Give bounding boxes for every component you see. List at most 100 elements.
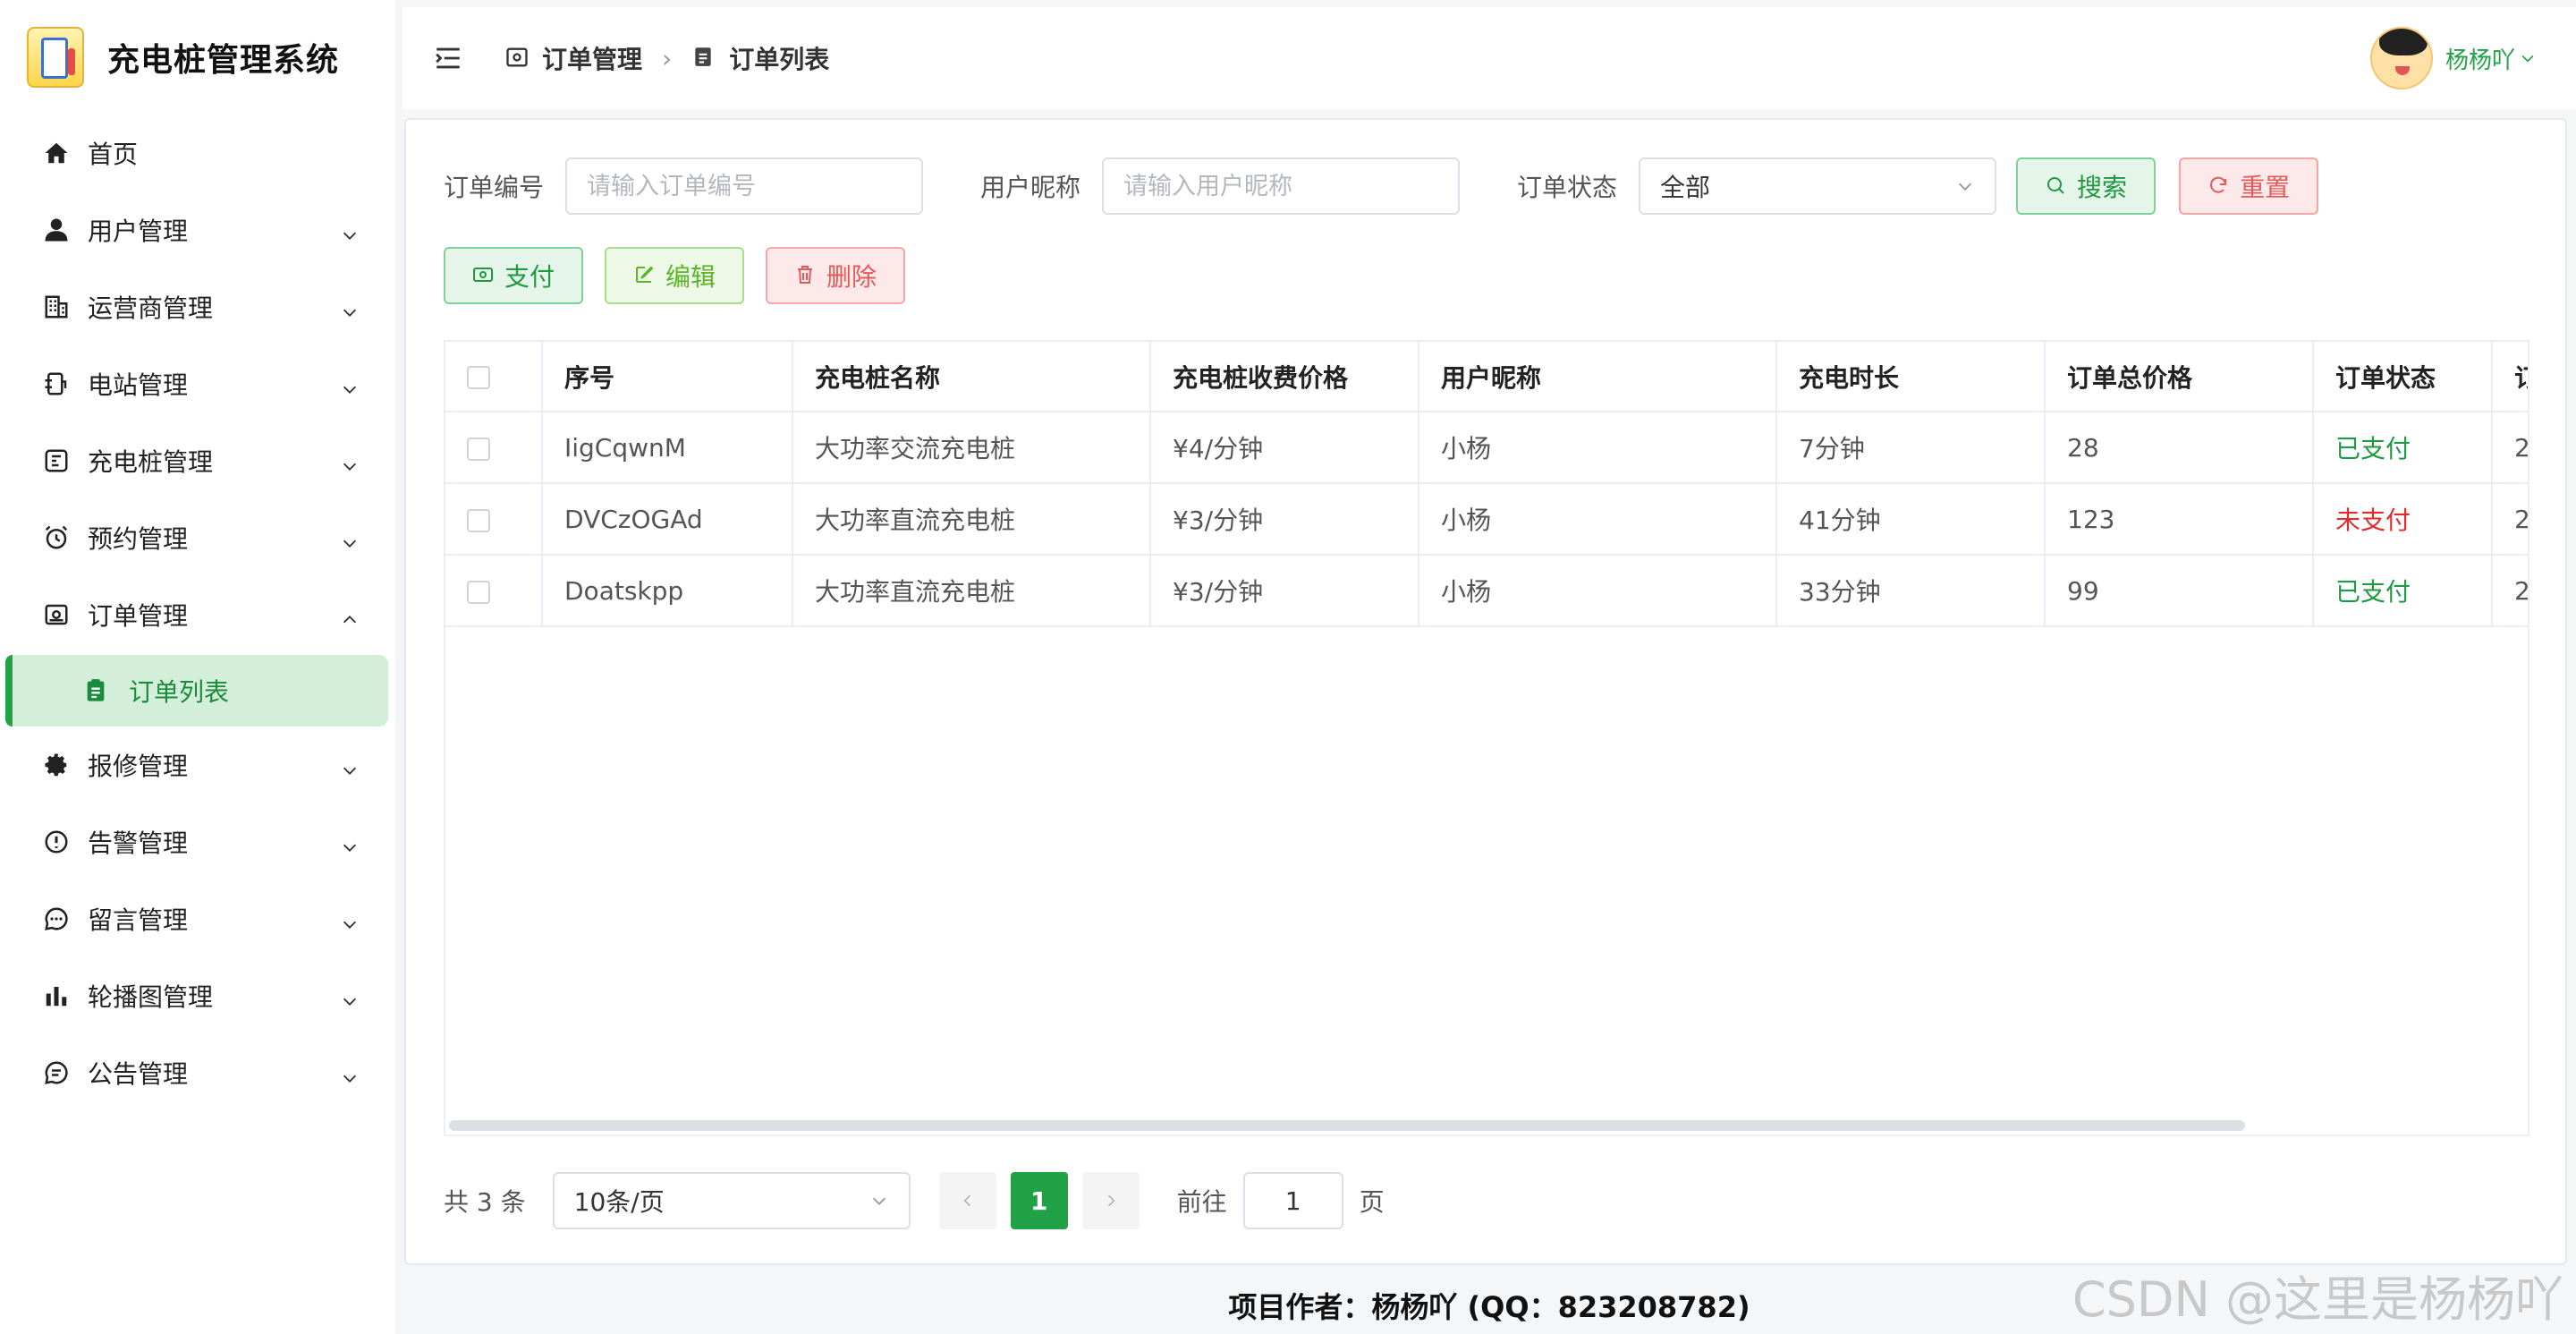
charger-logo-icon xyxy=(27,27,84,88)
sidebar-item-messages[interactable]: 留言管理 xyxy=(0,880,395,957)
cell-id: Doatskpp xyxy=(542,555,793,627)
sidebar-item-carousel[interactable]: 轮播图管理 xyxy=(0,957,395,1034)
next-page-button[interactable] xyxy=(1081,1172,1140,1229)
chevron-down-icon xyxy=(340,911,357,929)
user-menu[interactable]: 杨杨吖 xyxy=(2369,27,2537,89)
cell-name: 大功率直流充电桩 xyxy=(792,555,1151,627)
column-header: 订单总价格 xyxy=(2045,342,2314,412)
nickname-input[interactable] xyxy=(1102,157,1461,215)
chevron-down-icon xyxy=(340,757,357,775)
column-header: 用户昵称 xyxy=(1419,342,1777,412)
chevron-down-icon xyxy=(340,530,357,548)
building-icon xyxy=(41,292,72,322)
order-no-input[interactable] xyxy=(565,157,924,215)
sidebar-item-home[interactable]: 首页 xyxy=(0,115,395,191)
cell-extra: 2 xyxy=(2492,483,2528,556)
sidebar: 充电桩管理系统 首页 用户管理 运营商管理 电站管理 充电桩管理 预约管理 订单… xyxy=(0,0,395,1334)
horizontal-scrollbar[interactable] xyxy=(449,1120,2245,1131)
cell-extra: 2 xyxy=(2492,555,2528,627)
column-header: 充电桩名称 xyxy=(792,342,1151,412)
sidebar-item-label: 用户管理 xyxy=(88,217,189,246)
goto-unit: 页 xyxy=(1359,1187,1385,1217)
chevron-down-icon xyxy=(340,222,357,240)
cell-status: 已支付 xyxy=(2313,412,2493,484)
chevron-down-icon xyxy=(340,988,357,1006)
row-checkbox[interactable] xyxy=(467,437,490,461)
chevron-up-icon xyxy=(340,607,357,624)
pay-button[interactable]: 支付 xyxy=(444,247,584,304)
sidebar-item-label: 轮播图管理 xyxy=(88,982,214,1012)
pay-button-label: 支付 xyxy=(504,262,555,292)
money-icon xyxy=(472,264,496,287)
delete-button-label: 删除 xyxy=(826,262,877,292)
main-card: 订单编号 用户昵称 订单状态 全部 搜索 重置 支付 xyxy=(404,118,2567,1265)
sidebar-item-label: 运营商管理 xyxy=(88,293,214,323)
cell-total: 123 xyxy=(2045,483,2314,556)
cell-id: IigCqwnM xyxy=(542,412,793,484)
status-select-value: 全部 xyxy=(1660,173,1711,202)
chevron-down-icon xyxy=(1955,176,1975,196)
sidebar-item-users[interactable]: 用户管理 xyxy=(0,191,395,268)
sidebar-menu: 首页 用户管理 运营商管理 电站管理 充电桩管理 预约管理 订单管理 订单列表 … xyxy=(0,115,395,1111)
cell-user: 小杨 xyxy=(1419,555,1777,627)
cell-duration: 33分钟 xyxy=(1776,555,2046,627)
prev-page-button[interactable] xyxy=(938,1172,996,1229)
sidebar-subitem-order-list[interactable]: 订单列表 xyxy=(5,655,388,726)
row-checkbox[interactable] xyxy=(467,580,490,604)
search-button[interactable]: 搜索 xyxy=(2016,157,2157,215)
pagination-total: 共 3 条 xyxy=(444,1187,526,1217)
sidebar-item-announcements[interactable]: 公告管理 xyxy=(0,1034,395,1111)
menu-collapse-icon[interactable] xyxy=(433,42,465,74)
order-no-label: 订单编号 xyxy=(444,173,545,202)
chevron-down-icon xyxy=(2519,49,2537,67)
edit-button[interactable]: 编辑 xyxy=(605,247,745,304)
delete-button[interactable]: 删除 xyxy=(766,247,906,304)
avatar xyxy=(2369,27,2433,89)
select-all-checkbox[interactable] xyxy=(467,366,490,389)
clipboard-icon xyxy=(691,45,718,72)
action-toolbar: 支付 编辑 删除 xyxy=(444,247,906,304)
column-header: 序号 xyxy=(542,342,793,412)
home-icon xyxy=(41,138,72,168)
sidebar-item-stations[interactable]: 电站管理 xyxy=(0,345,395,422)
sidebar-item-repairs[interactable]: 报修管理 xyxy=(0,726,395,803)
warning-icon xyxy=(41,827,72,857)
page-size-value: 10条/页 xyxy=(573,1187,665,1217)
search-button-label: 搜索 xyxy=(2077,173,2128,202)
cell-status: 未支付 xyxy=(2313,483,2493,556)
page-size-select[interactable]: 10条/页 xyxy=(552,1172,911,1229)
row-checkbox[interactable] xyxy=(467,508,490,532)
sidebar-item-orders[interactable]: 订单管理 xyxy=(0,576,395,653)
station-icon xyxy=(41,369,72,399)
cell-total: 99 xyxy=(2045,555,2314,627)
select-all-cell xyxy=(445,342,543,412)
table-row[interactable]: DVCzOGAd 大功率直流充电桩 ¥3/分钟 小杨 41分钟 123 未支付 … xyxy=(445,483,2528,556)
user-name: 杨杨吖 xyxy=(2445,47,2515,74)
order-icon xyxy=(41,599,72,630)
cell-duration: 7分钟 xyxy=(1776,412,2046,484)
sidebar-item-operators[interactable]: 运营商管理 xyxy=(0,268,395,345)
sidebar-item-label: 告警管理 xyxy=(88,828,189,858)
sidebar-item-reservations[interactable]: 预约管理 xyxy=(0,499,395,576)
cell-status: 已支付 xyxy=(2313,555,2493,627)
chevron-down-icon xyxy=(340,453,357,471)
cell-duration: 41分钟 xyxy=(1776,483,2046,556)
goto-page-input[interactable] xyxy=(1242,1172,1343,1229)
charger-icon xyxy=(41,446,72,476)
reset-button[interactable]: 重置 xyxy=(2179,157,2319,215)
column-header: 订 xyxy=(2492,342,2528,412)
cell-extra: 2 xyxy=(2492,412,2528,484)
page-number-button[interactable]: 1 xyxy=(1010,1172,1068,1229)
row-select-cell xyxy=(445,483,543,556)
clipboard-icon xyxy=(80,675,111,706)
sidebar-item-alerts[interactable]: 告警管理 xyxy=(0,803,395,880)
sidebar-item-chargers[interactable]: 充电桩管理 xyxy=(0,422,395,499)
breadcrumb-item[interactable]: 订单管理 xyxy=(542,40,642,76)
chevron-down-icon xyxy=(340,834,357,852)
sidebar-item-label: 订单管理 xyxy=(88,601,189,631)
row-select-cell xyxy=(445,555,543,627)
table-row[interactable]: Doatskpp 大功率直流充电桩 ¥3/分钟 小杨 33分钟 99 已支付 2 xyxy=(445,555,2528,627)
status-select[interactable]: 全部 xyxy=(1639,157,1997,215)
table-row[interactable]: IigCqwnM 大功率交流充电桩 ¥4/分钟 小杨 7分钟 28 已支付 2 xyxy=(445,412,2528,484)
table-header-row: 序号 充电桩名称 充电桩收费价格 用户昵称 充电时长 订单总价格 订单状态 订 xyxy=(445,342,2528,412)
